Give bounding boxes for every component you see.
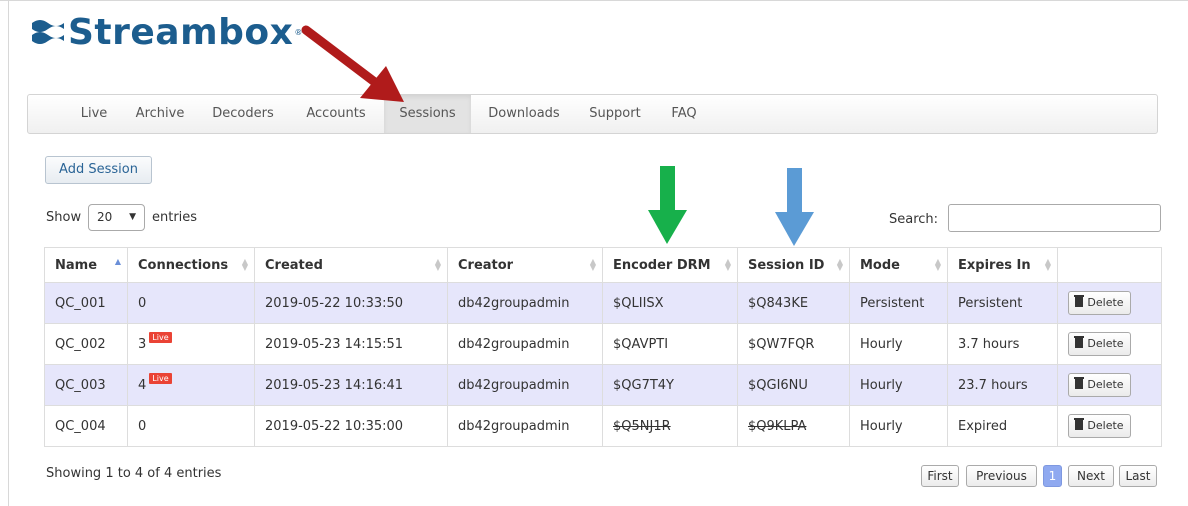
table-info: Showing 1 to 4 of 4 entries [46,466,222,481]
sessions-table: Name ▲ Connections ▲ ▼ Created ▲ ▼ Creator ▲ ▼ … [44,247,1162,447]
cell-session-id: $Q9KLPA [737,405,850,447]
column-header-expires-in[interactable]: Expires In ▲ ▼ [947,247,1058,283]
sort-icon: ▲ ▼ [434,257,441,272]
column-header-mode[interactable]: Mode ▲ ▼ [849,247,948,283]
cell-expires-in: Expired [947,405,1058,447]
cell-connections: 0 [127,405,255,447]
left-border [8,0,9,506]
cell-name: QC_002 [44,323,128,365]
cell-encoder-drm: $QLIISX [602,282,738,324]
cell-mode: Hourly [849,405,948,447]
cell-session-id: $Q843KE [737,282,850,324]
cell-created: 2019-05-23 14:15:51 [254,323,448,365]
sort-icon: ▲ [114,257,121,266]
cell-encoder-drm: $QAVPTI [602,323,738,365]
sort-icon: ▲ ▼ [241,257,248,272]
cell-expires-in: 23.7 hours [947,364,1058,406]
column-header-created[interactable]: Created ▲ ▼ [254,247,448,283]
trash-icon [1074,336,1085,348]
brand-name: Streambox [68,11,294,53]
pagination-previous[interactable]: Previous [966,465,1037,487]
cell-session-id: $QW7FQR [737,323,850,365]
cell-encoder-drm: $Q5NJ1R [602,405,738,447]
nav-decoders[interactable]: Decoders [205,95,281,133]
column-header-actions [1057,247,1162,283]
delete-button[interactable]: Delete [1068,291,1131,315]
pagination-first[interactable]: First [921,465,959,487]
trash-icon [1074,418,1085,430]
cell-connections: 3 Live [127,323,255,365]
cell-encoder-drm: $QG7T4Y [602,364,738,406]
nav-support[interactable]: Support [582,95,648,133]
search-input[interactable] [948,204,1161,232]
show-label: Show [46,210,82,225]
cell-actions: Delete [1057,323,1162,365]
sort-icon: ▲ ▼ [589,257,596,272]
cell-actions: Delete [1057,405,1162,447]
sort-icon: ▲ ▼ [836,257,843,272]
table-row: QC_004 0 2019-05-22 10:35:00 db42groupad… [44,405,1162,447]
cell-creator: db42groupadmin [447,364,603,406]
cell-actions: Delete [1057,282,1162,324]
sort-icon: ▲ ▼ [724,257,731,272]
column-header-connections[interactable]: Connections ▲ ▼ [127,247,255,283]
streambox-logo-icon [32,20,64,44]
table-row: QC_003 4 Live 2019-05-23 14:16:41 db42gro… [44,364,1162,406]
brand-logo[interactable]: Streambox ® [30,11,302,53]
sort-icon: ▲ ▼ [934,257,941,272]
nav-archive[interactable]: Archive [126,95,194,133]
cell-mode: Hourly [849,364,948,406]
main-navbar: Live Archive Decoders Accounts Sessions … [27,94,1158,134]
live-badge: Live [149,331,172,343]
pagination-last[interactable]: Last [1119,465,1157,487]
cell-actions: Delete [1057,364,1162,406]
entries-length-value: 20 [97,210,113,224]
entries-label: entries [152,210,198,225]
column-header-name[interactable]: Name ▲ [44,247,128,283]
cell-creator: db42groupadmin [447,323,603,365]
column-header-encoder-drm[interactable]: Encoder DRM ▲ ▼ [602,247,738,283]
delete-button[interactable]: Delete [1068,373,1131,397]
pagination-next[interactable]: Next [1068,465,1114,487]
table-row: QC_002 3 Live 2019-05-23 14:15:51 db42gro… [44,323,1162,365]
table-header-row: Name ▲ Connections ▲ ▼ Created ▲ ▼ Creator ▲ ▼ … [44,247,1162,283]
cell-name: QC_004 [44,405,128,447]
cell-connections: 4 Live [127,364,255,406]
cell-creator: db42groupadmin [447,282,603,324]
cell-expires-in: Persistent [947,282,1058,324]
trash-icon [1074,377,1085,389]
cell-expires-in: 3.7 hours [947,323,1058,365]
add-session-button[interactable]: Add Session [45,156,152,184]
pagination-page-1[interactable]: 1 [1043,465,1062,487]
green-arrow-icon [648,166,687,244]
trash-icon [1074,295,1085,307]
search-label: Search: [889,212,939,227]
delete-button[interactable]: Delete [1068,414,1131,438]
cell-mode: Hourly [849,323,948,365]
cell-name: QC_003 [44,364,128,406]
column-header-creator[interactable]: Creator ▲ ▼ [447,247,603,283]
cell-connections: 0 [127,282,255,324]
cell-created: 2019-05-23 14:16:41 [254,364,448,406]
cell-creator: db42groupadmin [447,405,603,447]
table-row: QC_001 0 2019-05-22 10:33:50 db42groupad… [44,282,1162,324]
cell-mode: Persistent [849,282,948,324]
nav-faq[interactable]: FAQ [663,95,705,133]
cell-created: 2019-05-22 10:35:00 [254,405,448,447]
cell-name: QC_001 [44,282,128,324]
live-badge: Live [149,372,172,384]
top-border [0,0,1188,1]
caret-down-icon: ▼ [129,212,136,222]
entries-length-select[interactable]: 20 ▼ [88,204,145,231]
cell-session-id: $QGI6NU [737,364,850,406]
column-header-session-id[interactable]: Session ID ▲ ▼ [737,247,850,283]
blue-arrow-icon [775,168,814,246]
nav-live[interactable]: Live [68,95,120,133]
cell-created: 2019-05-22 10:33:50 [254,282,448,324]
nav-downloads[interactable]: Downloads [481,95,567,133]
sort-icon: ▲ ▼ [1044,257,1051,272]
delete-button[interactable]: Delete [1068,332,1131,356]
red-arrow-icon [301,25,404,102]
